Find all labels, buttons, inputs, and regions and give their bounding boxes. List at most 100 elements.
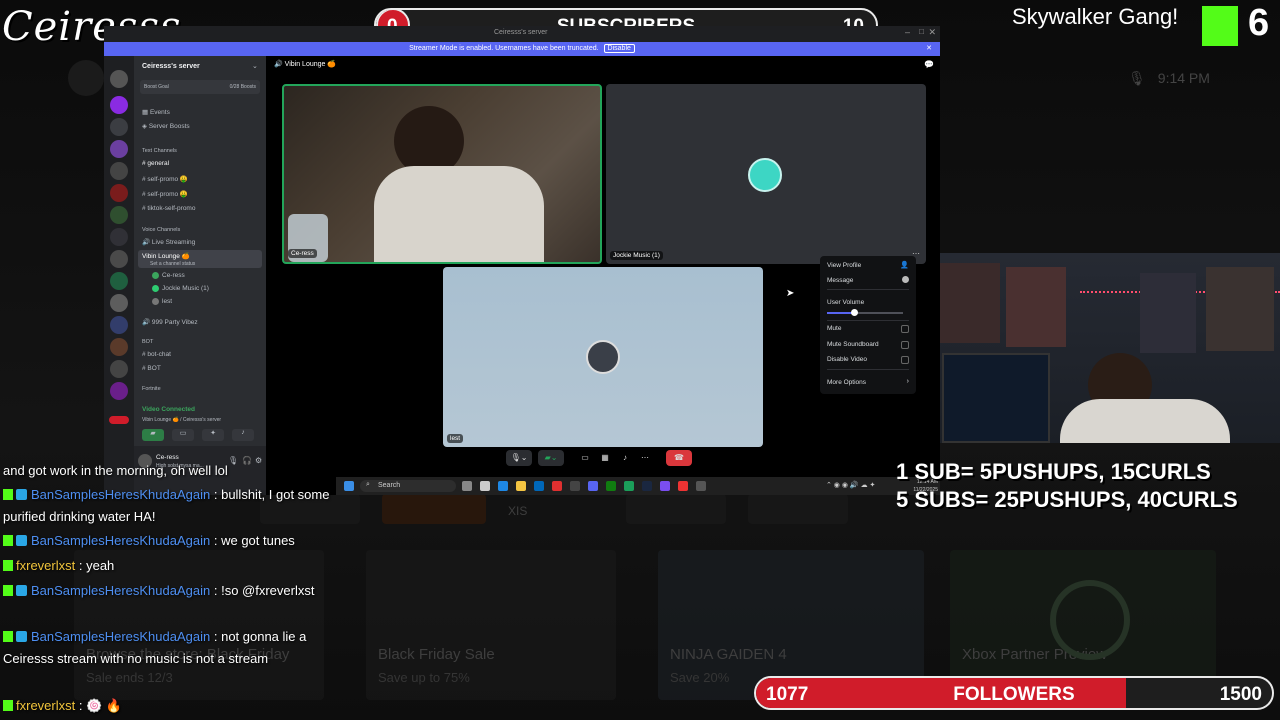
discord-icon[interactable]: [588, 481, 598, 491]
server-icon[interactable]: [110, 294, 128, 312]
disable-video-checkbox[interactable]: [901, 356, 909, 364]
server-icon[interactable]: [110, 140, 128, 158]
menu-mute-soundboard[interactable]: Mute Soundboard: [827, 341, 879, 348]
activities-icon[interactable]: ▦: [598, 450, 612, 466]
store-icon[interactable]: [534, 481, 544, 491]
server-icon[interactable]: [110, 206, 128, 224]
app-icon[interactable]: [480, 481, 490, 491]
video-tile-ce-ress[interactable]: Ce-ress: [282, 84, 602, 264]
streamer-mode-banner: Streamer Mode is enabled. Usernames have…: [104, 42, 940, 56]
channel-self-promo[interactable]: # self-promo 🤑: [142, 190, 188, 198]
chat-username[interactable]: BanSamplesHeresKhudaAgain: [31, 487, 210, 502]
volume-slider-handle[interactable]: [850, 309, 858, 316]
server-boosts-link[interactable]: ◈ Server Boosts: [142, 122, 190, 130]
voice-member[interactable]: Ce-ress: [152, 272, 185, 279]
maximize-button[interactable]: □: [919, 27, 924, 36]
video-tile-lest[interactable]: lest: [443, 267, 763, 447]
video-tile-jockie-music[interactable]: Jockie Music (1) ⋯: [606, 84, 926, 264]
camera-toggle-button[interactable]: ▰⌄: [538, 450, 564, 466]
server-icon[interactable]: [110, 382, 128, 400]
app-icon[interactable]: [660, 481, 670, 491]
events-link[interactable]: ▦ Events: [142, 108, 170, 116]
soundboard-button[interactable]: ♪: [232, 429, 254, 441]
dashboard-tile-orange: [382, 494, 486, 524]
screen-share-icon[interactable]: ▭: [578, 450, 592, 466]
mute-soundboard-checkbox[interactable]: [901, 341, 909, 349]
call-control-bar: 🎙⌄ ▰⌄ ▭ ▦ ♪ ⋯ ☎: [506, 450, 696, 466]
boost-goal-bar[interactable]: Boost Goal 0/28 Boosts: [140, 80, 260, 94]
disable-streamer-button[interactable]: Disable: [603, 44, 635, 53]
channel-general[interactable]: # general: [142, 160, 169, 167]
channel-bot[interactable]: # BOT: [142, 365, 161, 372]
chat-username[interactable]: BanSamplesHeresKhudaAgain: [31, 583, 210, 598]
windows-start-icon[interactable]: [344, 481, 354, 491]
taskbar-search[interactable]: ⌕ Search: [360, 480, 456, 492]
server-name[interactable]: Ceiresss's server: [142, 63, 200, 70]
chat-username[interactable]: fxreverlxst: [16, 698, 75, 713]
steam-icon[interactable]: [642, 481, 652, 491]
channel-live-streaming[interactable]: 🔊 Live Streaming: [142, 238, 195, 246]
avatar: [152, 272, 159, 279]
file-explorer-icon[interactable]: [516, 481, 526, 491]
notification-badge: [109, 416, 129, 424]
volume-slider[interactable]: [827, 309, 903, 316]
server-icon[interactable]: [110, 250, 128, 268]
channel-label: Vibin Lounge 🍊: [142, 253, 190, 260]
menu-message[interactable]: Message: [827, 277, 853, 284]
menu-view-profile[interactable]: View Profile: [827, 262, 861, 269]
call-controls: ▰ ▭ ✦ ♪: [142, 429, 256, 443]
close-banner-icon[interactable]: ✕: [926, 42, 932, 56]
camera-button[interactable]: ▰: [142, 429, 164, 441]
menu-disable-video[interactable]: Disable Video: [827, 356, 867, 363]
channel-party-vibez[interactable]: 🔊 999 Party Vibez: [142, 318, 198, 326]
voice-category[interactable]: Voice Channels: [142, 227, 180, 233]
chat-icon[interactable]: 💬: [924, 60, 934, 69]
chat-username[interactable]: fxreverlxst: [16, 558, 75, 573]
chat-username[interactable]: BanSamplesHeresKhudaAgain: [31, 533, 210, 548]
xbox-icon[interactable]: [606, 481, 616, 491]
menu-more-options[interactable]: More Options: [827, 379, 866, 386]
screen-share-button[interactable]: ▭: [172, 429, 194, 441]
bot-category[interactable]: BOT: [142, 339, 153, 345]
server-icon[interactable]: [110, 118, 128, 136]
channel-sidebar: Ceiresss's server ⌄ Boost Goal 0/28 Boos…: [134, 56, 266, 466]
edge-icon[interactable]: [498, 481, 508, 491]
text-category[interactable]: Text Channels: [142, 148, 177, 154]
server-icon[interactable]: [110, 96, 128, 114]
channel-status[interactable]: Set a channel status: [150, 261, 195, 267]
server-icon[interactable]: [110, 162, 128, 180]
menu-mute[interactable]: Mute: [827, 325, 841, 332]
close-button[interactable]: ✕: [928, 27, 936, 38]
follower-goal: 1500: [1219, 684, 1262, 705]
server-icon[interactable]: [110, 360, 128, 378]
minimize-button[interactable]: –: [905, 27, 910, 37]
task-view-icon[interactable]: [462, 481, 472, 491]
mic-button[interactable]: 🎙⌄: [506, 450, 532, 466]
app-icon[interactable]: [624, 481, 634, 491]
mute-checkbox[interactable]: [901, 325, 909, 333]
fortnite-category[interactable]: Fortnite: [142, 386, 161, 392]
disconnect-button[interactable]: ☎: [666, 450, 692, 466]
server-icon[interactable]: [110, 228, 128, 246]
channel-bot-chat[interactable]: # bot-chat: [142, 351, 171, 358]
server-icon[interactable]: [110, 184, 128, 202]
activities-button[interactable]: ✦: [202, 429, 224, 441]
soundboard-icon[interactable]: ♪: [618, 450, 632, 466]
chat-username[interactable]: BanSamplesHeresKhudaAgain: [31, 629, 210, 644]
app-icon[interactable]: [696, 481, 706, 491]
server-icon[interactable]: [110, 272, 128, 290]
channel-self-promo[interactable]: # self-promo 🤑: [142, 175, 188, 183]
app-icon[interactable]: [570, 481, 580, 491]
server-icon[interactable]: [110, 70, 128, 88]
more-icon[interactable]: ⋯: [638, 450, 652, 466]
chevron-down-icon[interactable]: ⌄: [252, 62, 258, 70]
voice-member[interactable]: lest: [152, 298, 172, 305]
channel-tiktok-self-promo[interactable]: # tiktok-self-promo: [142, 205, 195, 212]
system-tray-icons[interactable]: ⌃ ◉ ◉ 🔊 ☁ ✦: [826, 481, 875, 489]
server-icon[interactable]: [110, 338, 128, 356]
server-icon[interactable]: [110, 316, 128, 334]
app-icon[interactable]: [552, 481, 562, 491]
channel-vibin-lounge[interactable]: Vibin Lounge 🍊 Set a channel status: [138, 250, 262, 268]
app-icon[interactable]: [678, 481, 688, 491]
voice-member[interactable]: Jockie Music (1): [152, 285, 209, 292]
